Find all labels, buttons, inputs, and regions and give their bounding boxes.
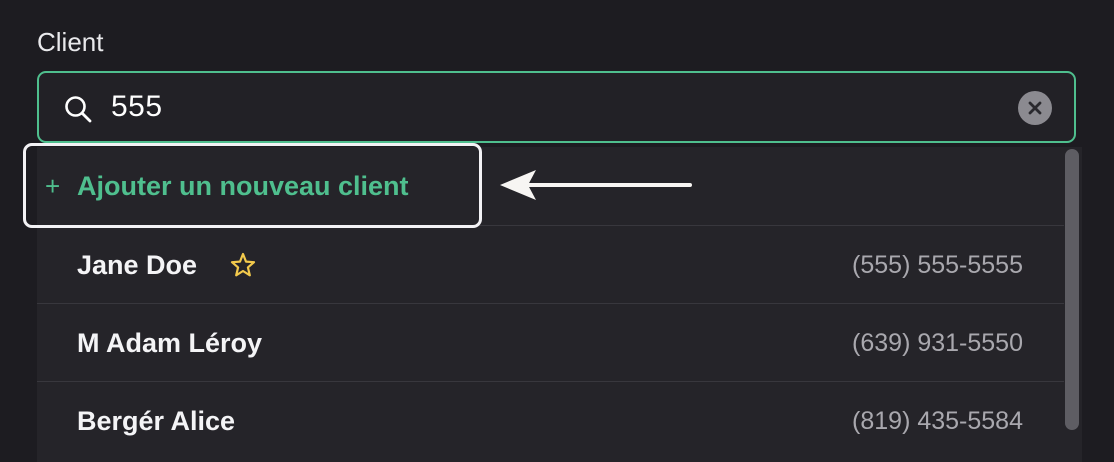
scrollbar-thumb[interactable]: [1065, 149, 1079, 430]
client-field-label: Client: [37, 27, 104, 57]
client-name: Jane Doe: [77, 250, 198, 280]
client-search-input[interactable]: 555: [37, 71, 1076, 143]
annotation-highlight-box: [23, 143, 482, 228]
search-value[interactable]: 555: [111, 73, 163, 141]
clear-search-icon[interactable]: [1018, 91, 1052, 125]
client-phone: (555) 555-5555: [852, 251, 1023, 279]
client-name: Bergér Alice: [77, 406, 236, 436]
client-name: M Adam Léroy: [77, 328, 263, 358]
client-row[interactable]: M Adam Léroy (639) 931-5550: [37, 303, 1065, 381]
client-row[interactable]: Bergér Alice (819) 435-5584: [37, 381, 1065, 459]
client-phone: (639) 931-5550: [852, 329, 1023, 357]
search-icon: [63, 94, 93, 124]
client-row[interactable]: Jane Doe (555) 555-5555: [37, 225, 1065, 303]
favorite-star-icon: [229, 251, 257, 279]
client-picker-screen: Client 555 + Ajouter un nouveau client J…: [0, 0, 1114, 462]
annotation-arrow-icon: [500, 170, 692, 200]
client-phone: (819) 435-5584: [852, 407, 1023, 435]
